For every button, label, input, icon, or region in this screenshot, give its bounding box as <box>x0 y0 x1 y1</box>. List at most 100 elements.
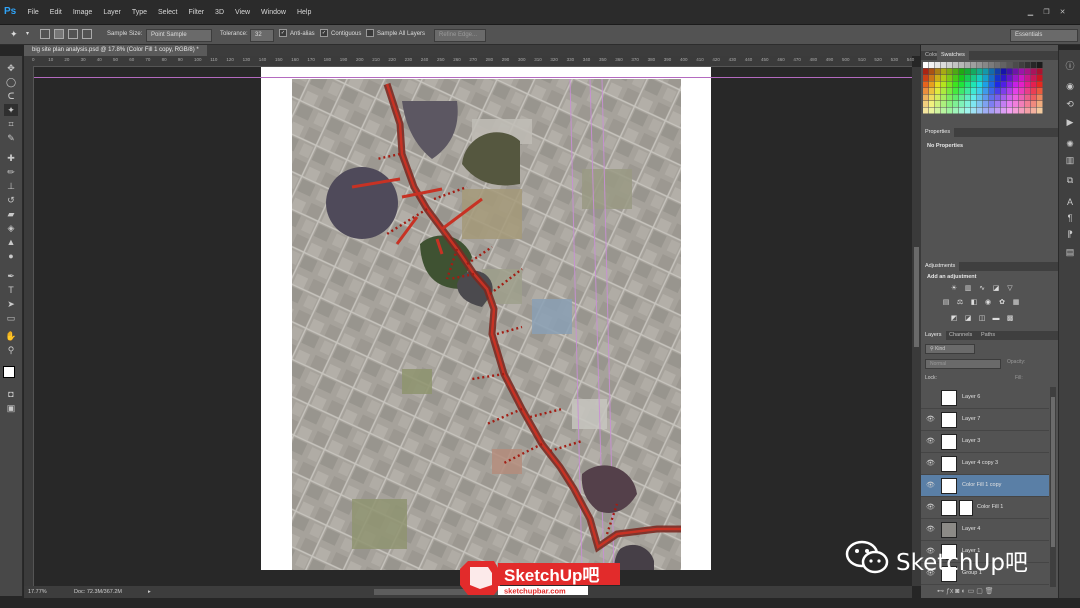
tab-properties[interactable]: Properties <box>921 128 955 137</box>
color-swatch[interactable] <box>1001 62 1007 68</box>
hand-tool-icon[interactable]: ✋ <box>4 330 18 342</box>
color-swatch[interactable] <box>1007 88 1013 94</box>
color-swatch[interactable] <box>977 88 983 94</box>
color-swatch[interactable] <box>1025 88 1031 94</box>
tab-swatches[interactable]: Swatches <box>937 51 969 60</box>
color-swatch[interactable] <box>923 81 929 88</box>
blur-tool-icon[interactable]: ▲ <box>4 236 18 248</box>
color-swatch[interactable] <box>983 101 989 107</box>
color-swatch[interactable] <box>941 75 947 81</box>
color-swatch[interactable] <box>1025 94 1031 101</box>
color-swatch[interactable] <box>923 101 929 107</box>
character-icon[interactable]: A <box>1063 196 1077 208</box>
color-swatch[interactable] <box>929 94 935 101</box>
color-swatch[interactable] <box>995 107 1001 114</box>
color-swatch[interactable] <box>959 68 965 75</box>
color-swatch[interactable] <box>1013 88 1019 94</box>
color-swatch[interactable] <box>1013 101 1019 107</box>
styles-icon[interactable]: ▤ <box>1063 246 1077 258</box>
color-swatch[interactable] <box>923 62 929 68</box>
color-swatch[interactable] <box>947 88 953 94</box>
color-swatch[interactable] <box>947 68 953 75</box>
color-swatch[interactable] <box>971 81 977 88</box>
document-tab[interactable]: big site plan analysis.psd @ 17.8% (Colo… <box>24 45 207 56</box>
tool-presets-icon[interactable]: ▥ <box>1063 154 1077 166</box>
swatch-grid[interactable] <box>923 62 1045 116</box>
pen-tool-icon[interactable]: ✒ <box>4 270 18 282</box>
color-swatch[interactable] <box>1037 75 1043 81</box>
color-swatch[interactable] <box>1013 68 1019 75</box>
layer-row-selected[interactable]: 👁 Color Fill 1 copy <box>921 475 1049 497</box>
color-swatch[interactable] <box>1025 107 1031 114</box>
color-swatch[interactable] <box>983 88 989 94</box>
color-swatch[interactable] <box>1013 94 1019 101</box>
color-swatch[interactable] <box>941 88 947 94</box>
color-swatch[interactable] <box>959 62 965 68</box>
color-swatch[interactable] <box>977 107 983 114</box>
color-swatch[interactable] <box>929 75 935 81</box>
layer-row[interactable]: 👁 Layer 4 copy 3 <box>921 453 1049 475</box>
color-swatch[interactable] <box>1001 68 1007 75</box>
color-swatch[interactable] <box>1001 94 1007 101</box>
color-swatch[interactable] <box>1007 101 1013 107</box>
actions-icon[interactable]: ▶ <box>1063 116 1077 128</box>
color-swatch[interactable] <box>965 94 971 101</box>
color-swatch[interactable] <box>1031 101 1037 107</box>
layer-filter-kind-select[interactable]: ⚲ Kind <box>925 344 975 354</box>
color-swatch[interactable] <box>1019 107 1025 114</box>
lasso-tool-icon[interactable]: ᑕ <box>4 90 18 102</box>
color-swatch[interactable] <box>959 75 965 81</box>
menu-image[interactable]: Image <box>67 9 97 16</box>
color-swatch[interactable] <box>929 88 935 94</box>
brush-tool-icon[interactable]: ✏ <box>4 166 18 178</box>
color-swatch[interactable] <box>935 88 941 94</box>
color-swatch[interactable] <box>983 81 989 88</box>
color-swatch[interactable] <box>1031 107 1037 114</box>
rectangle-tool-icon[interactable]: ▭ <box>4 312 18 324</box>
color-swatch[interactable] <box>965 75 971 81</box>
color-swatch[interactable] <box>953 88 959 94</box>
color-swatch[interactable] <box>923 94 929 101</box>
color-swatch[interactable] <box>995 101 1001 107</box>
color-swatch[interactable] <box>947 62 953 68</box>
gradient-map-icon[interactable]: ▬ <box>991 315 1001 323</box>
tab-paths[interactable]: Paths <box>977 331 999 340</box>
color-swatch[interactable] <box>995 68 1001 75</box>
glyphs-icon[interactable]: ⁋ <box>1063 228 1077 240</box>
link-icon[interactable]: ⊷ <box>937 588 946 595</box>
color-swatch[interactable] <box>965 81 971 88</box>
color-swatch[interactable] <box>959 101 965 107</box>
color-swatch[interactable] <box>989 68 995 75</box>
color-swatch[interactable] <box>1001 107 1007 114</box>
crop-tool-icon[interactable]: ⌗ <box>4 118 18 130</box>
new-selection-icon[interactable] <box>40 29 50 39</box>
refine-edge-button[interactable]: Refine Edge... <box>434 29 486 42</box>
color-swatch[interactable] <box>929 62 935 68</box>
color-swatch[interactable] <box>959 94 965 101</box>
color-swatch[interactable] <box>1025 68 1031 75</box>
menu-view[interactable]: View <box>230 9 256 16</box>
color-swatch[interactable] <box>1031 68 1037 75</box>
color-swatch[interactable] <box>983 75 989 81</box>
black-white-icon[interactable]: ◧ <box>969 299 979 307</box>
clone-stamp-icon[interactable]: ⊥ <box>4 180 18 192</box>
color-swatch[interactable] <box>1037 68 1043 75</box>
color-swatch[interactable] <box>941 107 947 114</box>
curves-icon[interactable]: ∿ <box>977 285 987 293</box>
color-swatch[interactable] <box>1013 62 1019 68</box>
close-icon[interactable]: ✕ <box>1058 9 1067 16</box>
group-icon[interactable]: ▭ <box>968 588 977 595</box>
tolerance-input[interactable]: 32 <box>250 29 274 42</box>
color-swatch[interactable] <box>923 88 929 94</box>
color-swatch[interactable] <box>1007 68 1013 75</box>
sample-size-select[interactable]: Point Sample <box>146 29 212 42</box>
color-swatch[interactable] <box>1031 75 1037 81</box>
color-swatch[interactable] <box>965 107 971 114</box>
type-tool-icon[interactable]: T <box>4 284 18 296</box>
color-swatch[interactable] <box>1007 107 1013 114</box>
layer-row[interactable]: 👁 Layer 7 <box>921 409 1049 431</box>
color-swatch[interactable] <box>965 68 971 75</box>
color-swatch[interactable] <box>989 81 995 88</box>
marquee-tool-icon[interactable]: ◯ <box>4 76 18 88</box>
selective-color-icon[interactable]: ▩ <box>1005 315 1015 323</box>
